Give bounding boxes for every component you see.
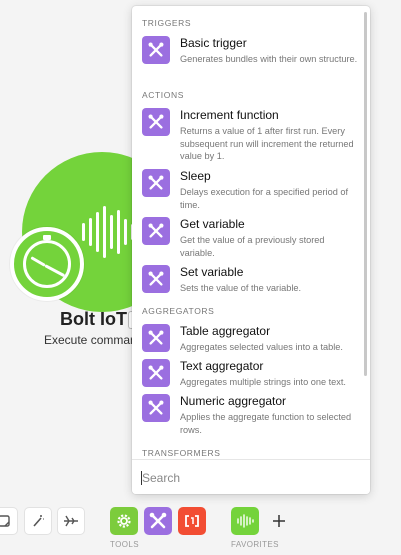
tool-item-description: Returns a value of 1 after first run. Ev… <box>180 126 354 161</box>
tool-item-description: Aggregates multiple strings into one tex… <box>180 377 346 387</box>
tool-item-sleep[interactable]: Sleep Delays execution for a specified p… <box>132 169 364 213</box>
tool-item-title: Basic trigger <box>180 36 247 50</box>
module-subtitle: Execute command <box>44 333 144 347</box>
tools-list[interactable]: TRIGGERS Basic trigger Generates bundles… <box>132 6 370 459</box>
tool-item-title: Table aggregator <box>180 324 271 338</box>
tool-item-description: Get the value of a previously stored var… <box>180 235 325 258</box>
add-favorite-button[interactable] <box>265 507 293 535</box>
favorite-bolt-iot-button[interactable] <box>231 507 259 535</box>
tools-icon <box>149 512 167 529</box>
favorites-group-label: FAVORITES <box>231 540 279 549</box>
tools-icon <box>142 324 170 352</box>
tool-item-text-aggregator[interactable]: Text aggregator Aggregates multiple stri… <box>132 359 364 393</box>
tool-item-title: Text aggregator <box>180 359 264 373</box>
airplane-icon <box>64 515 78 527</box>
section-header-triggers: TRIGGERS <box>142 18 192 28</box>
tool-item-table-aggregator[interactable]: Table aggregator Aggregates selected val… <box>132 324 364 358</box>
tool-item-numeric-aggregator[interactable]: Numeric aggregator Applies the aggregate… <box>132 394 364 438</box>
section-header-aggregators: AGGREGATORS <box>142 306 215 316</box>
tools-icon <box>142 217 170 245</box>
magic-wand-button[interactable] <box>24 507 52 535</box>
tools-icon <box>142 36 170 64</box>
tool-item-description: Generates bundles with their own structu… <box>180 54 358 64</box>
tools-icon <box>142 359 170 387</box>
plus-icon <box>273 515 285 527</box>
sound-wave-icon <box>237 514 254 528</box>
tool-item-increment-function[interactable]: Increment function Returns a value of 1 … <box>132 108 364 166</box>
section-header-actions: ACTIONS <box>142 90 184 100</box>
tools-button[interactable] <box>144 507 172 535</box>
section-header-transformers: TRANSFORMERS <box>142 448 221 458</box>
note-button[interactable] <box>0 507 18 535</box>
tools-dropdown: TRIGGERS Basic trigger Generates bundles… <box>132 6 370 494</box>
gear-tool-button[interactable] <box>110 507 138 535</box>
brackets-icon <box>185 515 199 527</box>
tool-item-title: Numeric aggregator <box>180 394 287 408</box>
tool-item-set-variable[interactable]: Set variable Sets the value of the varia… <box>132 265 364 299</box>
search-input[interactable] <box>142 469 352 487</box>
flow-control-button[interactable] <box>57 507 85 535</box>
search-bar <box>132 459 370 494</box>
tool-item-description: Delays execution for a specified period … <box>180 187 349 210</box>
schedule-clock-badge[interactable] <box>10 227 84 301</box>
tools-icon <box>142 108 170 136</box>
tool-item-title: Increment function <box>180 108 279 122</box>
tools-icon <box>142 265 170 293</box>
tool-item-basic-trigger[interactable]: Basic trigger Generates bundles with the… <box>132 36 364 82</box>
tool-item-description: Applies the aggregate function to select… <box>180 412 352 435</box>
tool-item-title: Sleep <box>180 169 211 183</box>
tools-group-label: TOOLS <box>110 540 139 549</box>
tool-item-description: Sets the value of the variable. <box>180 283 302 293</box>
gear-icon <box>117 514 131 528</box>
tools-icon <box>142 169 170 197</box>
tool-item-title: Set variable <box>180 265 244 279</box>
tool-item-description: Aggregates selected values into a table. <box>180 342 343 352</box>
tool-item-get-variable[interactable]: Get variable Get the value of a previous… <box>132 217 364 261</box>
list-scrollbar[interactable] <box>364 12 367 376</box>
text-parser-button[interactable] <box>178 507 206 535</box>
tool-item-title: Get variable <box>180 217 245 231</box>
tools-icon <box>142 394 170 422</box>
module-title: Bolt IoT <box>60 309 127 329</box>
note-icon <box>0 515 10 527</box>
magic-wand-icon <box>33 515 44 527</box>
